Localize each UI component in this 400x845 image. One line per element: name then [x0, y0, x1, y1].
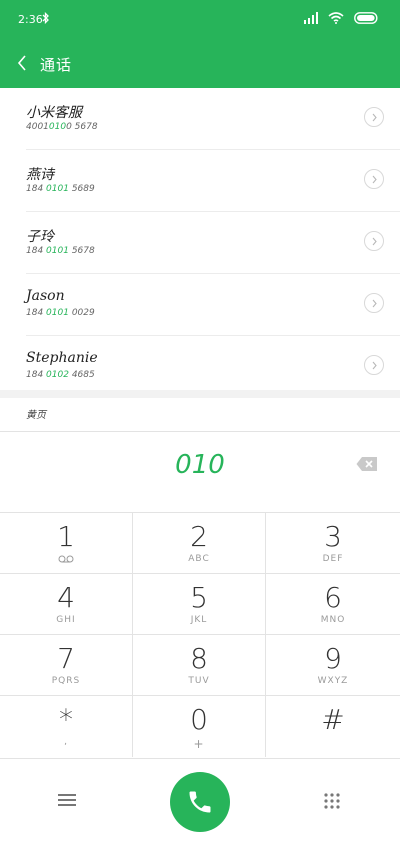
contact-name: Stephanie	[26, 350, 98, 366]
number-suffix: 4685	[68, 370, 95, 380]
number-match: 0101	[46, 184, 69, 194]
section-label-yellow-pages[interactable]: 黄页	[26, 406, 46, 421]
contact-row[interactable]: 子玲 184 0101 5678	[26, 212, 400, 274]
chevron-left-icon[interactable]	[14, 52, 32, 74]
key-letters: DEF	[322, 554, 344, 564]
key-letters: ,	[64, 737, 68, 747]
key-digit: 0	[190, 703, 208, 736]
key-9[interactable]: 9 WXYZ	[266, 635, 400, 696]
status-bar: 2:36	[0, 0, 400, 40]
chevron-right-icon[interactable]	[364, 169, 384, 189]
number-suffix: 5678	[68, 246, 95, 256]
bottom-bar	[0, 758, 400, 845]
contact-row[interactable]: Stephanie 184 0102 4685	[26, 336, 400, 397]
contact-number: 184 0101 0029	[26, 308, 95, 318]
key-6[interactable]: 6 MNO	[266, 574, 400, 635]
key-digit: 9	[324, 642, 342, 675]
key-digit: 5	[190, 581, 208, 614]
contact-row[interactable]: 燕诗 184 0101 5689	[26, 150, 400, 212]
key-digit: #	[321, 703, 345, 736]
number-match: 010	[48, 122, 67, 132]
number-match: 0101	[46, 246, 69, 256]
key-digit: 3	[324, 520, 342, 553]
call-button[interactable]	[170, 772, 230, 832]
key-7[interactable]: 7 PQRS	[0, 635, 133, 696]
chevron-right-icon[interactable]	[364, 293, 384, 313]
bluetooth-icon	[42, 12, 49, 25]
contact-number: 184 0102 4685	[26, 370, 95, 380]
number-suffix: 5689	[68, 184, 95, 194]
contact-name: 子玲	[26, 229, 54, 245]
contact-name: Jason	[26, 288, 65, 304]
title-bar: 通话	[0, 48, 400, 80]
key-digit: 7	[57, 642, 75, 675]
voicemail-icon	[58, 555, 74, 563]
contact-number: 184 0101 5689	[26, 184, 95, 194]
section-separator	[0, 390, 400, 398]
dialpad-icon[interactable]	[324, 793, 340, 809]
contact-row[interactable]: Jason 184 0101 0029	[26, 274, 400, 336]
status-time: 2:36	[18, 13, 43, 26]
number-suffix: 0029	[68, 308, 95, 318]
number-prefix: 184	[26, 184, 47, 194]
key-1[interactable]: 1	[0, 513, 133, 574]
number-prefix: 184	[26, 246, 47, 256]
key-0[interactable]: 0 +	[133, 696, 266, 757]
key-4[interactable]: 4 GHI	[0, 574, 133, 635]
backspace-icon[interactable]	[356, 456, 378, 472]
number-prefix: 184	[26, 370, 47, 380]
phone-icon	[189, 791, 211, 813]
key-digit: *	[59, 703, 73, 736]
key-8[interactable]: 8 TUV	[133, 635, 266, 696]
key-letters: ABC	[188, 554, 210, 564]
number-prefix: 184	[26, 308, 47, 318]
key-letters: GHI	[56, 615, 76, 625]
contact-name: 小米客服	[26, 105, 82, 121]
dial-display: 010	[0, 432, 400, 512]
key-hash[interactable]: #	[266, 696, 400, 757]
app-header: 2:36 通话	[0, 0, 400, 88]
key-letters: JKL	[190, 615, 208, 625]
key-digit: 2	[190, 520, 208, 553]
contact-number: 184 0101 5678	[26, 246, 95, 256]
key-2[interactable]: 2 ABC	[133, 513, 266, 574]
chevron-right-icon[interactable]	[364, 107, 384, 127]
key-letters: TUV	[188, 676, 210, 686]
status-icons	[304, 12, 380, 24]
key-letters: +	[193, 737, 205, 751]
battery-icon	[354, 12, 378, 24]
key-5[interactable]: 5 JKL	[133, 574, 266, 635]
key-letters: WXYZ	[317, 676, 349, 686]
contact-name: 燕诗	[26, 167, 54, 183]
key-star[interactable]: * ,	[0, 696, 133, 757]
number-match: 0102	[46, 370, 69, 380]
number-prefix: 4001	[26, 122, 49, 132]
chevron-right-icon[interactable]	[364, 355, 384, 375]
contact-number: 40010100 5678	[26, 122, 98, 132]
key-digit: 4	[57, 581, 75, 614]
page-title: 通话	[40, 56, 73, 74]
number-match: 0101	[46, 308, 69, 318]
key-digit: 6	[324, 581, 342, 614]
menu-icon[interactable]	[58, 793, 76, 807]
number-suffix: 0 5678	[66, 122, 98, 132]
key-digit: 8	[190, 642, 208, 675]
contact-row[interactable]: 小米客服 40010100 5678	[26, 88, 400, 150]
chevron-right-icon[interactable]	[364, 231, 384, 251]
key-digit: 1	[57, 520, 75, 553]
signal-icon	[304, 12, 318, 24]
dialpad: 1 2 ABC 3 DEF 4 GHI 5 JKL 6 MNO 7 PQRS 8…	[0, 512, 400, 759]
dialed-number[interactable]: 010	[0, 450, 400, 480]
key-letters: MNO	[320, 615, 346, 625]
key-letters: PQRS	[51, 676, 81, 686]
contact-list: 小米客服 40010100 5678 燕诗 184 0101 5689 子玲 1…	[0, 88, 400, 397]
key-3[interactable]: 3 DEF	[266, 513, 400, 574]
wifi-icon	[328, 12, 344, 24]
